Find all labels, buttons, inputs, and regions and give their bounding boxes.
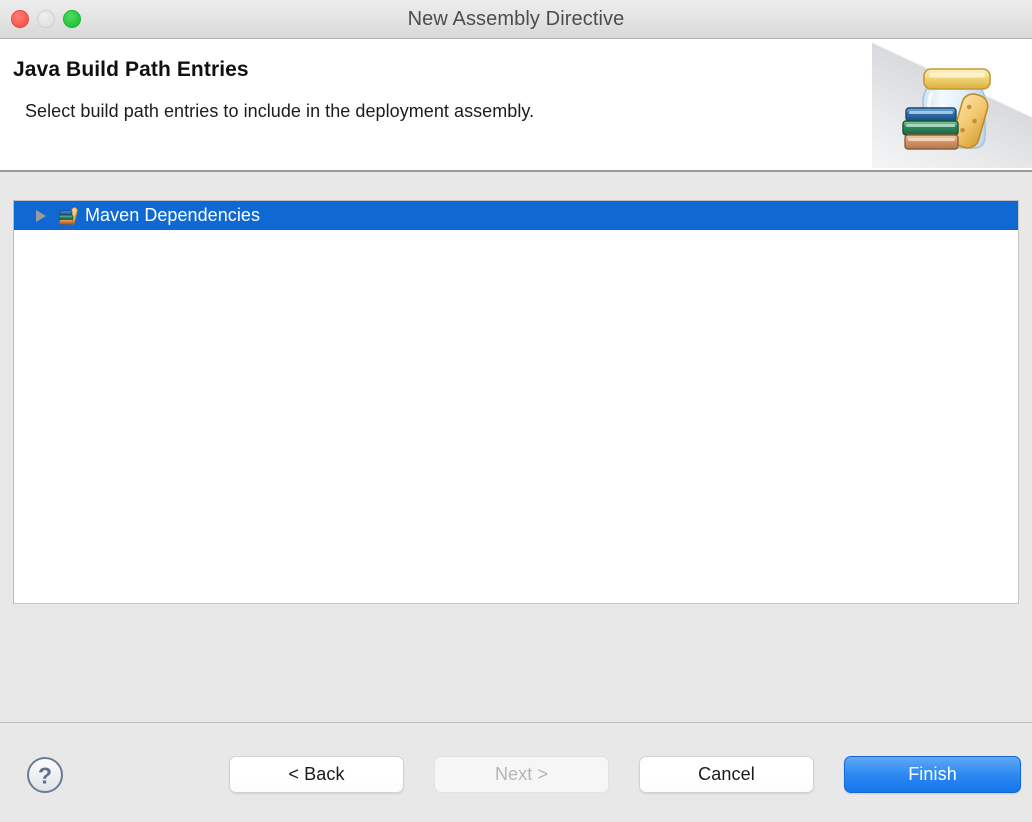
- title-bar: New Assembly Directive: [0, 0, 1032, 39]
- finish-button[interactable]: Finish: [844, 756, 1021, 793]
- page-title: Java Build Path Entries: [13, 58, 249, 81]
- wizard-header: Java Build Path Entries Select build pat…: [0, 39, 1032, 172]
- page-description: Select build path entries to include in …: [25, 101, 535, 121]
- minimize-window-button[interactable]: [37, 10, 55, 28]
- tree-item-maven-dependencies[interactable]: Maven Dependencies: [14, 201, 1018, 230]
- dialog-footer: ? < Back Next > Cancel Finish: [0, 722, 1032, 822]
- window-title: New Assembly Directive: [407, 8, 625, 30]
- svg-text:?: ?: [38, 763, 52, 789]
- dialog-window: New Assembly Directive Java Build Path E…: [0, 0, 1032, 822]
- question-mark-icon[interactable]: ?: [25, 755, 65, 795]
- build-path-entries-tree[interactable]: Maven Dependencies: [13, 200, 1019, 604]
- dialog-body: Maven Dependencies: [0, 172, 1032, 722]
- back-button[interactable]: < Back: [229, 756, 404, 793]
- wizard-button-row: < Back Next > Cancel Finish: [229, 756, 1021, 793]
- next-button: Next >: [434, 756, 609, 793]
- jar-with-books-icon: [872, 39, 1032, 168]
- chevron-right-icon[interactable]: [36, 209, 46, 222]
- maven-library-icon: [58, 206, 80, 226]
- cancel-button[interactable]: Cancel: [639, 756, 814, 793]
- tree-item-label: Maven Dependencies: [85, 205, 261, 225]
- zoom-window-button[interactable]: [63, 10, 81, 28]
- close-window-button[interactable]: [11, 10, 29, 28]
- window-controls: [0, 10, 81, 28]
